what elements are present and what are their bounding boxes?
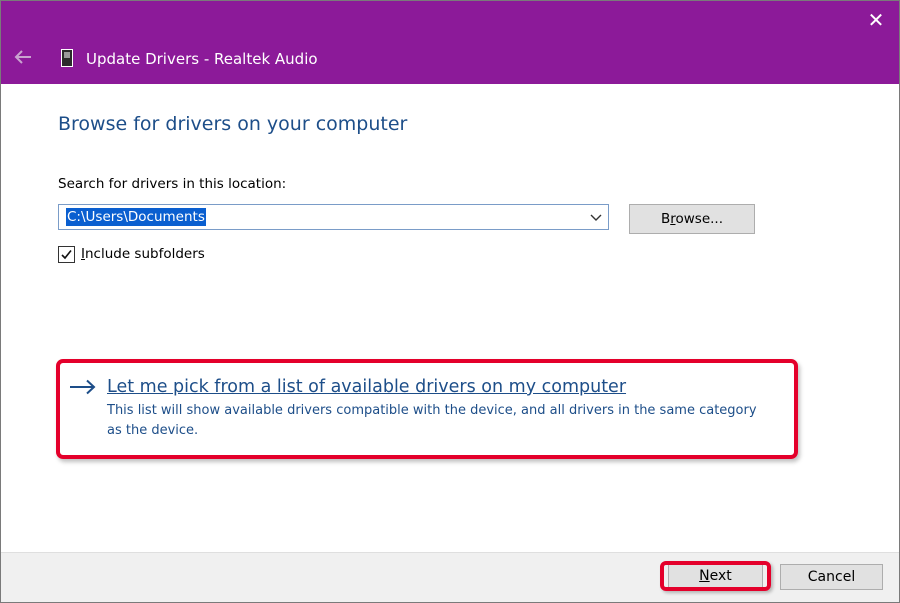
update-drivers-window: ✕ Update Drivers - Realtek Audio Browse …	[0, 0, 900, 603]
close-button[interactable]: ✕	[861, 5, 891, 35]
right-arrow-icon	[70, 379, 96, 395]
pick-from-list-link[interactable]: Let me pick from a list of available dri…	[67, 373, 787, 443]
title-bar: ✕ Update Drivers - Realtek Audio	[1, 1, 899, 84]
checkmark-icon	[61, 250, 72, 260]
device-icon	[61, 49, 73, 67]
browse-label-post: owse...	[675, 211, 724, 227]
include-subfolders-checkbox[interactable]	[58, 246, 75, 263]
back-arrow-icon	[14, 50, 31, 64]
driver-path-combobox[interactable]: C:\Users\Documents	[58, 204, 609, 230]
close-icon: ✕	[867, 8, 885, 32]
include-subfolders-post: nclude subfolders	[84, 246, 205, 262]
chevron-down-icon[interactable]	[588, 209, 604, 225]
window-title: Update Drivers - Realtek Audio	[86, 50, 318, 68]
driver-path-value: C:\Users\Documents	[66, 208, 206, 226]
pick-from-list-description: This list will show available drivers co…	[107, 403, 757, 438]
page-title: Browse for drivers on your computer	[58, 113, 408, 135]
pick-from-list-title: Let me pick from a list of available dri…	[107, 374, 626, 400]
include-subfolders-label[interactable]: Include subfolders	[81, 244, 205, 264]
cancel-button[interactable]: Cancel	[780, 564, 883, 590]
back-button[interactable]	[11, 45, 35, 69]
pick-link-post: et me pick from a list of available driv…	[116, 377, 627, 397]
highlight-box	[660, 561, 771, 591]
search-location-label: Search for drivers in this location:	[58, 176, 287, 192]
browse-button[interactable]: Browse...	[629, 204, 755, 234]
browse-label-pre: B	[660, 211, 671, 227]
